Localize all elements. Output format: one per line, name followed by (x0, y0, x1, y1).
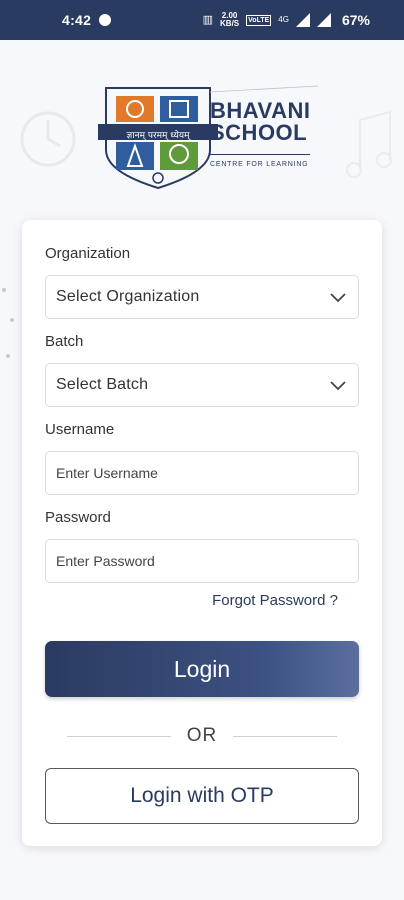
batch-select[interactable]: Select Batch (45, 363, 359, 407)
clock-decoration-icon (20, 111, 76, 167)
batch-select-value: Select Batch (56, 376, 149, 393)
music-note-decoration-icon (346, 110, 392, 178)
username-field-wrapper (45, 451, 359, 495)
password-label: Password (45, 509, 111, 526)
divider-line-right (233, 735, 337, 737)
divider-line-left (67, 735, 171, 737)
brand-name: BHAVANI SCHOOL CENTRE FOR LEARNING (210, 100, 310, 168)
organization-select[interactable]: Select Organization (45, 275, 359, 319)
or-text: OR (186, 725, 218, 746)
brand-name-line1: BHAVANI (210, 98, 311, 123)
dots-decoration-icon (2, 288, 14, 358)
or-divider: OR (67, 725, 337, 746)
username-input[interactable] (56, 465, 348, 481)
signal-icon-2 (316, 13, 331, 27)
password-field-wrapper (45, 539, 359, 583)
volte-badge: VoLTE (246, 14, 272, 26)
organization-select-value: Select Organization (56, 288, 200, 305)
login-card: Organization Select Organization Batch S… (22, 220, 382, 846)
chevron-down-icon (330, 293, 346, 303)
login-button[interactable]: Login (45, 641, 359, 697)
organization-label: Organization (45, 245, 131, 262)
brand-divider (210, 154, 310, 155)
username-label: Username (45, 421, 115, 438)
status-bar: 4:42 ▥ 2.00 KB/S VoLTE 4G 67% (0, 0, 404, 40)
signal-icon (295, 13, 310, 27)
brand-name-line2: SCHOOL (210, 120, 308, 145)
chevron-down-icon (330, 381, 346, 391)
password-input[interactable] (56, 553, 348, 569)
batch-label: Batch (45, 333, 84, 350)
status-icons: ▥ 2.00 KB/S VoLTE 4G 67% (202, 11, 370, 29)
battery-level: 67% (341, 12, 370, 28)
status-time: 4:42 (62, 12, 92, 28)
network-speed: 2.00 KB/S (220, 11, 240, 28)
vibrate-icon: ▥ (202, 13, 214, 26)
wifi-signal-icon: 4G (278, 15, 289, 24)
brand-tagline: CENTRE FOR LEARNING (210, 161, 309, 168)
login-with-otp-button[interactable]: Login with OTP (45, 768, 359, 824)
forgot-password-link[interactable]: Forgot Password ? (212, 592, 338, 609)
notification-dot-icon (99, 14, 112, 26)
